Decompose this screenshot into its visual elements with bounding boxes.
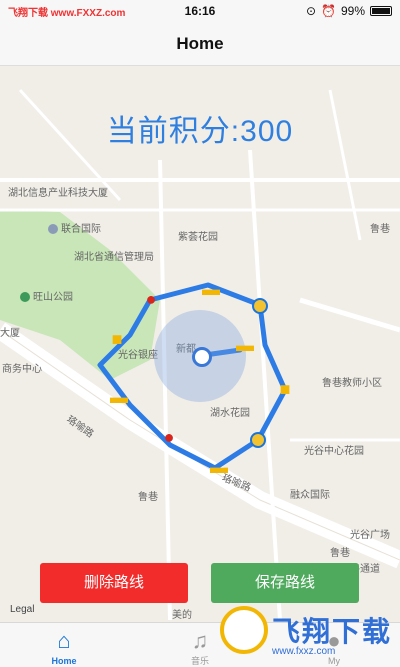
- map-label: 光谷中心花园: [304, 446, 364, 457]
- minor-road: [299, 297, 400, 333]
- map-label: 美的: [172, 610, 192, 621]
- delete-route-button[interactable]: 删除路线: [40, 563, 188, 603]
- save-route-button[interactable]: 保存路线: [211, 563, 359, 603]
- gold-ingot-icon[interactable]: ▬: [198, 278, 224, 300]
- watermark-logo-icon: [220, 606, 268, 654]
- map-label: 融众国际: [290, 490, 330, 501]
- map-label: 大厦: [0, 328, 20, 339]
- money-bag-icon[interactable]: ●: [156, 426, 182, 448]
- location-status-icon: ⊙: [305, 4, 317, 18]
- current-location-icon: [192, 347, 212, 367]
- treasure-chest-icon[interactable]: ■: [272, 378, 298, 400]
- battery-icon: [370, 6, 392, 16]
- gold-ingot-icon[interactable]: ▬: [232, 334, 258, 356]
- park-icon: [20, 292, 30, 303]
- watermark-text: 飞翔下载: [272, 616, 393, 647]
- map-label: 联合国际: [48, 220, 101, 235]
- money-bag-icon[interactable]: ●: [138, 288, 164, 310]
- page-title: Home: [0, 22, 400, 66]
- legal-link[interactable]: Legal: [10, 604, 34, 615]
- gold-ingot-icon[interactable]: ▬: [206, 456, 232, 478]
- map-label: 湖水花园: [210, 408, 250, 419]
- map-label: 湖北信息产业科技大厦: [8, 188, 108, 199]
- map-label: 鲁巷教师小区: [322, 378, 382, 389]
- map-label: 鲁巷: [138, 492, 158, 503]
- map-label: 光谷广场: [350, 530, 390, 541]
- coin-icon[interactable]: [252, 298, 268, 314]
- map-label: 鲁巷: [330, 548, 350, 559]
- home-icon: ⌂: [57, 628, 71, 653]
- watermark-subtext: www.fxxz.com: [272, 646, 336, 657]
- map-label: 湖北省通信管理局: [74, 252, 154, 263]
- map-label: 紫荟花园: [178, 232, 218, 243]
- tab-label: Home: [51, 656, 77, 666]
- battery-percent: 99%: [340, 4, 365, 18]
- map-view[interactable]: 当前积分:300 湖北信息产业科技大厦 联合国际 湖北省通信管理局 紫荟花园 鲁…: [0, 66, 400, 622]
- score-display: 当前积分:300: [106, 115, 294, 148]
- watermark: 飞翔下载 www.fxxz.com: [210, 598, 400, 667]
- status-bar: 飞翔下载 www.FXXZ.com 16:16 ⊙ ⏰ 99%: [0, 0, 400, 22]
- treasure-chest-icon[interactable]: ■: [104, 328, 130, 350]
- gold-bars-icon[interactable]: ▬: [106, 386, 132, 408]
- poi-icon: [48, 224, 58, 235]
- tab-home[interactable]: ⌂ Home: [24, 623, 104, 667]
- status-right: ⊙ ⏰ 99%: [306, 4, 392, 18]
- map-label: 旺山公园: [20, 288, 73, 303]
- map-label: 鲁巷: [370, 224, 390, 235]
- map-label: 商务中心: [2, 364, 42, 375]
- alarm-icon: ⏰: [321, 4, 336, 18]
- coin-icon[interactable]: [250, 432, 266, 448]
